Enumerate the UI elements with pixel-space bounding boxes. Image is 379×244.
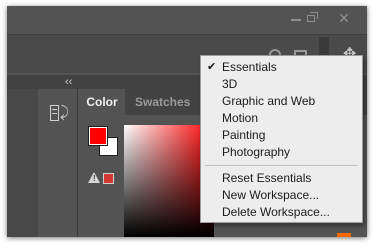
menu-item-label: Essentials bbox=[222, 60, 277, 74]
history-arrow-icon: ⤸ bbox=[60, 104, 70, 121]
document-area bbox=[7, 89, 38, 237]
minimize-icon bbox=[291, 19, 301, 21]
menu-item-label: Graphic and Web bbox=[222, 94, 316, 108]
workspace-menu: ✔ Essentials 3D Graphic and Web Motion P… bbox=[200, 55, 363, 223]
tab-color[interactable]: Color bbox=[79, 89, 125, 115]
menu-divider bbox=[205, 165, 358, 166]
restore-button[interactable] bbox=[303, 10, 321, 26]
close-button[interactable]: ✕ bbox=[335, 10, 353, 26]
history-icon[interactable]: ⤸ bbox=[50, 104, 70, 123]
menu-item-label: Photography bbox=[222, 145, 291, 159]
history-line-icon bbox=[52, 109, 57, 110]
menu-item-painting[interactable]: Painting bbox=[201, 126, 362, 144]
tab-swatches[interactable]: Swatches bbox=[135, 89, 205, 115]
hue-slider-thumb[interactable] bbox=[337, 233, 351, 237]
foreground-color-swatch[interactable] bbox=[88, 126, 108, 146]
warning-icon[interactable]: ! bbox=[88, 172, 100, 184]
menu-item-label: 3D bbox=[222, 77, 238, 91]
title-bar: ✕ bbox=[7, 6, 367, 32]
restore-icon-front bbox=[307, 15, 315, 22]
menu-item-photography[interactable]: Photography bbox=[201, 143, 362, 161]
menu-item-3d[interactable]: 3D bbox=[201, 75, 362, 93]
menu-item-label: Reset Essentials bbox=[222, 171, 312, 185]
checkmark-icon: ✔ bbox=[207, 61, 217, 73]
warning-mark: ! bbox=[93, 174, 96, 183]
menu-item-delete-workspace[interactable]: Delete Workspace... bbox=[201, 203, 362, 221]
menu-item-label: Delete Workspace... bbox=[222, 205, 330, 219]
menu-item-essentials[interactable]: ✔ Essentials bbox=[201, 58, 362, 76]
close-icon: ✕ bbox=[338, 10, 350, 26]
menu-item-label: Painting bbox=[222, 128, 266, 142]
menu-item-new-workspace[interactable]: New Workspace... bbox=[201, 186, 362, 204]
collapse-panels-icon[interactable]: ‹‹ bbox=[65, 75, 72, 89]
menu-item-graphic-and-web[interactable]: Graphic and Web bbox=[201, 92, 362, 110]
history-line-icon bbox=[52, 113, 57, 114]
menu-item-label: Motion bbox=[222, 111, 259, 125]
menu-item-reset-essentials[interactable]: Reset Essentials bbox=[201, 169, 362, 187]
menu-item-motion[interactable]: Motion bbox=[201, 109, 362, 127]
menu-item-label: New Workspace... bbox=[222, 188, 320, 202]
gamut-color-swatch[interactable] bbox=[103, 173, 114, 184]
